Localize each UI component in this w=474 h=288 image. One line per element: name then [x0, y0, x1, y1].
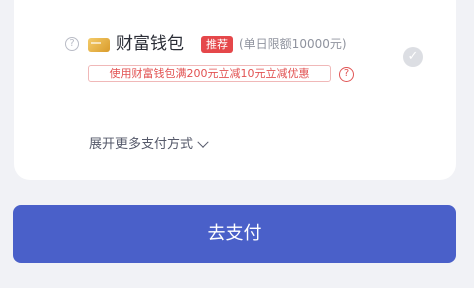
daily-limit-text: (单日限额10000元) [239, 37, 347, 51]
chevron-down-icon [197, 136, 209, 148]
pay-button[interactable]: 去支付 [13, 205, 456, 263]
expand-label: 展开更多支付方式 [89, 137, 194, 152]
question-icon[interactable]: ? [65, 37, 79, 51]
check-icon[interactable]: ✓ [403, 47, 423, 67]
recommend-badge: 推荐 [201, 36, 233, 53]
payment-option-wallet[interactable]: ? 财富钱包 推荐 (单日限额10000元) 使用财富钱包满200元立减10元立… [14, 0, 456, 100]
promo-label: 使用财富钱包满200元立减10元立减优惠 [88, 65, 331, 82]
wallet-card-icon [88, 38, 110, 52]
payment-methods-card: ? 财富钱包 推荐 (单日限额10000元) 使用财富钱包满200元立减10元立… [14, 0, 456, 180]
payment-method-name: 财富钱包 [116, 34, 184, 54]
promo-question-icon[interactable]: ? [339, 67, 354, 82]
expand-more-methods-link[interactable]: 展开更多支付方式 [89, 136, 209, 154]
